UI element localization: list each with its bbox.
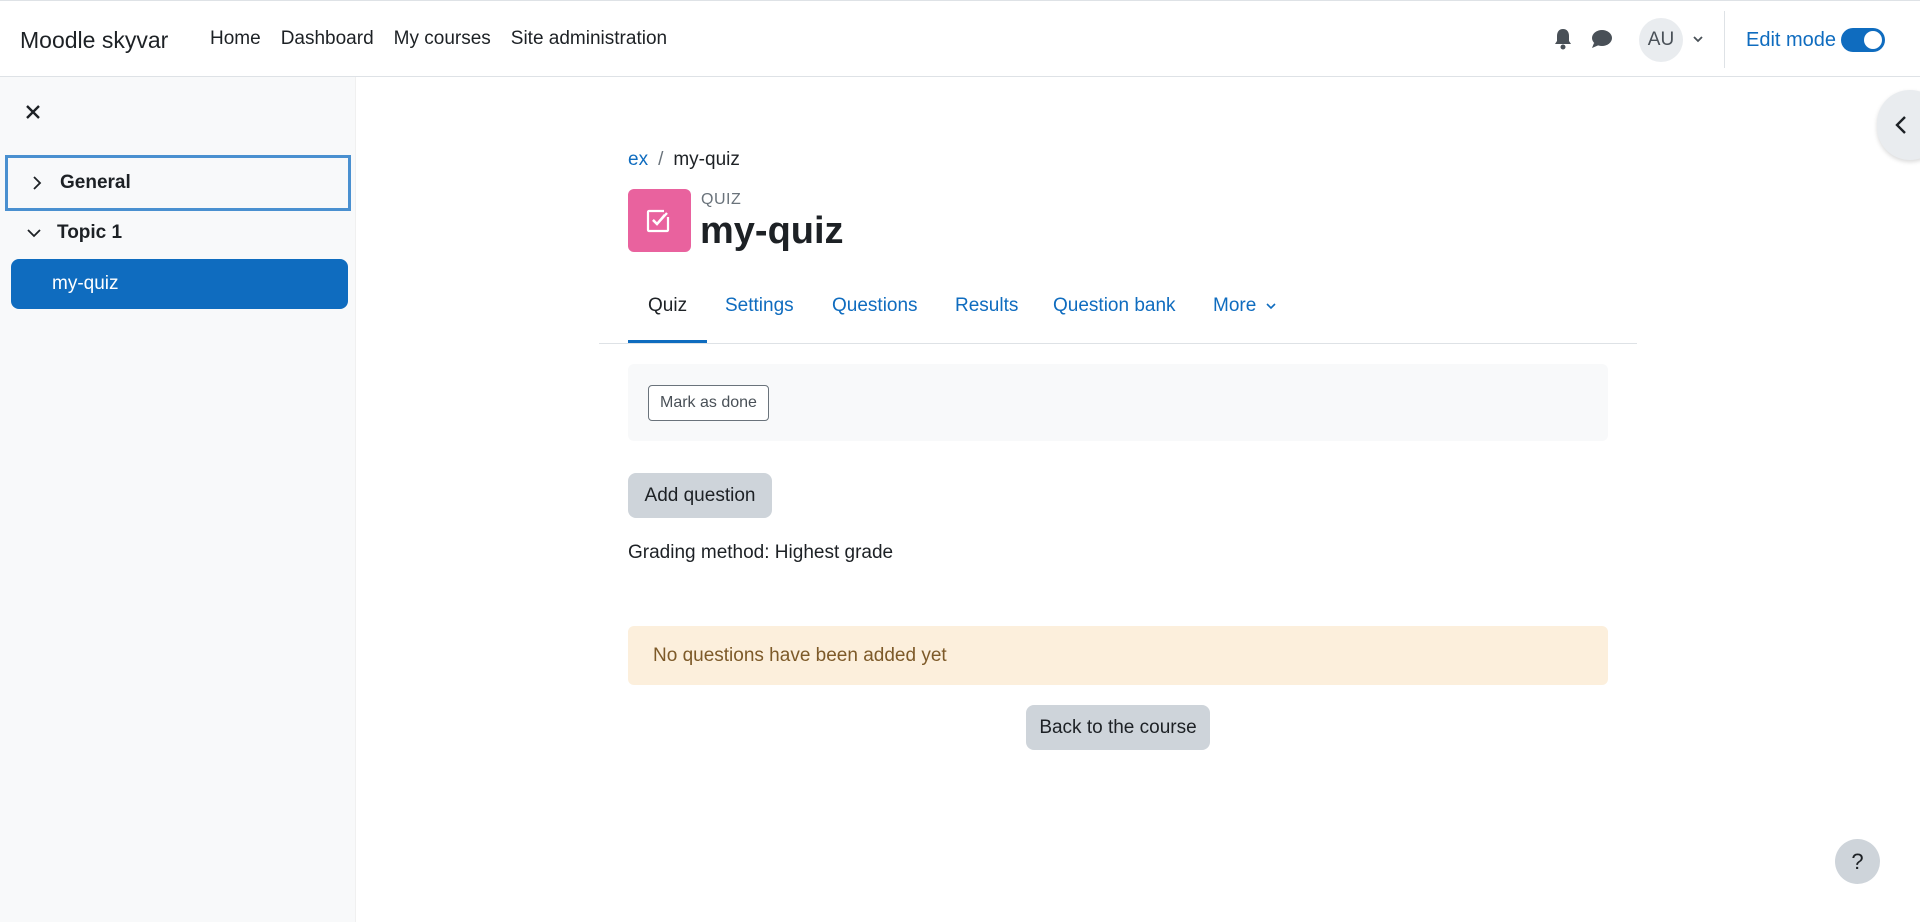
tab-settings[interactable]: Settings	[705, 295, 814, 343]
notifications-bell-icon[interactable]	[1553, 28, 1573, 50]
edit-mode-toggle[interactable]	[1841, 28, 1885, 52]
open-block-drawer-button[interactable]	[1877, 90, 1920, 160]
chevron-right-icon[interactable]	[27, 173, 47, 193]
chevron-down-icon	[1266, 303, 1276, 310]
activity-type-label: QUIZ	[701, 191, 742, 208]
course-index-drawer: General Topic 1 my-quiz	[0, 77, 356, 922]
edit-mode-label[interactable]: Edit mode	[1746, 29, 1836, 52]
secondary-navigation: Quiz Settings Questions Results Question…	[599, 285, 1637, 344]
breadcrumb: ex / my-quiz	[628, 149, 740, 171]
back-to-course-button[interactable]: Back to the course	[1026, 705, 1210, 750]
nav-home-link[interactable]: Home	[210, 28, 261, 50]
breadcrumb-current: my-quiz	[673, 149, 740, 170]
chevron-down-icon[interactable]	[24, 223, 44, 243]
page-title: my-quiz	[700, 210, 844, 252]
activity-completion-box: Mark as done	[628, 364, 1608, 441]
breadcrumb-course-link[interactable]: ex	[628, 149, 648, 171]
add-question-button[interactable]: Add question	[628, 473, 772, 518]
tab-question-bank[interactable]: Question bank	[1033, 295, 1196, 343]
tab-questions[interactable]: Questions	[812, 295, 938, 343]
tab-quiz[interactable]: Quiz	[628, 295, 708, 343]
avatar-initials: AU	[1647, 29, 1675, 50]
tab-more-label: More	[1213, 295, 1257, 316]
help-button[interactable]: ?	[1835, 839, 1880, 884]
chevron-down-icon[interactable]	[1691, 32, 1705, 46]
course-index-activity-my-quiz[interactable]: my-quiz	[11, 259, 348, 309]
nav-dashboard-link[interactable]: Dashboard	[281, 28, 374, 50]
user-avatar[interactable]: AU	[1639, 18, 1683, 62]
navbar-divider	[1724, 11, 1725, 68]
no-questions-alert: No questions have been added yet	[628, 626, 1608, 685]
quiz-activity-icon	[628, 189, 691, 252]
close-icon[interactable]	[22, 101, 44, 123]
grading-method-text: Grading method: Highest grade	[628, 542, 894, 563]
section-label: Topic 1	[57, 222, 123, 243]
site-brand[interactable]: Moodle skyvar	[20, 27, 168, 54]
course-section-general[interactable]: General	[5, 155, 351, 211]
nav-my-courses-link[interactable]: My courses	[394, 28, 491, 50]
mark-as-done-button[interactable]: Mark as done	[648, 385, 769, 421]
chevron-left-icon	[1895, 116, 1906, 134]
toggle-knob	[1864, 31, 1882, 49]
breadcrumb-separator: /	[658, 149, 664, 170]
messages-chat-icon[interactable]	[1591, 29, 1613, 49]
tab-more[interactable]: More	[1193, 295, 1296, 343]
tab-results[interactable]: Results	[935, 295, 1038, 343]
course-section-topic-1[interactable]: Topic 1	[5, 205, 351, 261]
primary-navigation: Home Dashboard My courses Site administr…	[210, 28, 687, 50]
top-navbar: Moodle skyvar Home Dashboard My courses …	[0, 0, 1920, 77]
section-label: General	[60, 172, 131, 193]
nav-site-administration-link[interactable]: Site administration	[511, 28, 667, 50]
checkbox-checked-icon	[646, 208, 672, 233]
